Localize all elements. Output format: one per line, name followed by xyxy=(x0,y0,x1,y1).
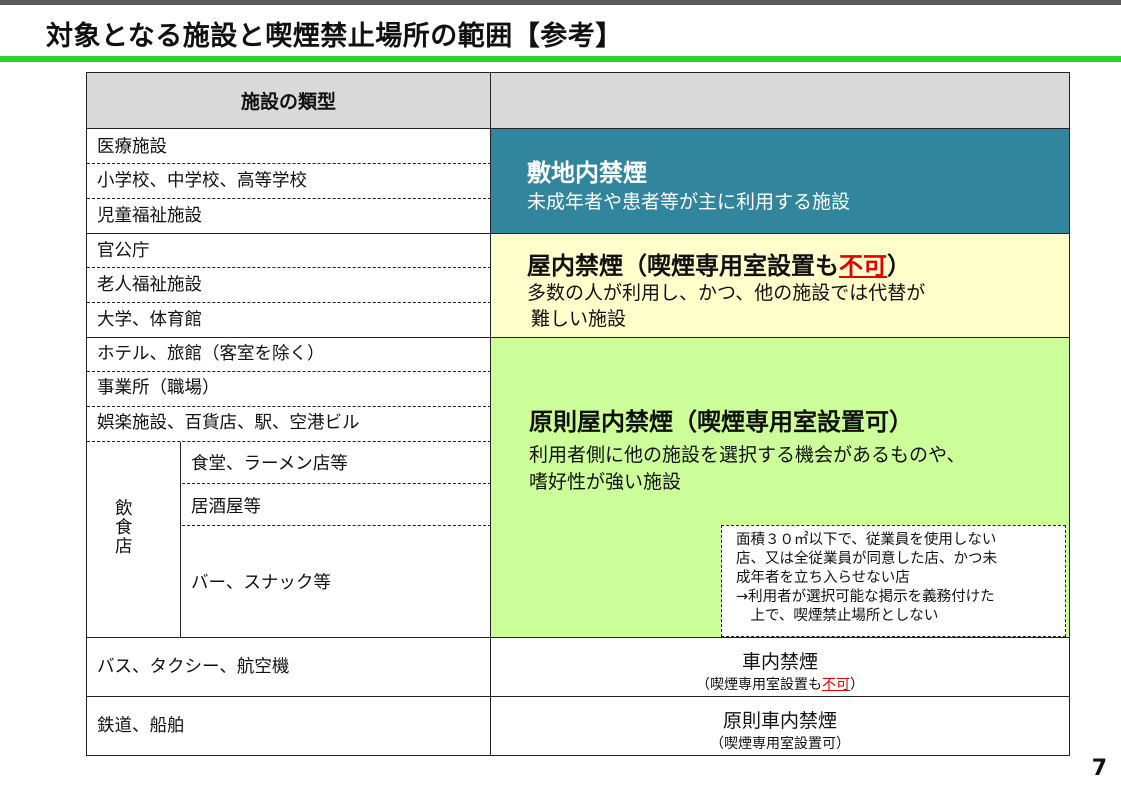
facility-item: 大学、体育館 xyxy=(97,310,202,330)
row-rail-rule-main: 原則車内禁煙 xyxy=(722,710,837,732)
zone-site-wide-ban-title: 敷地内禁煙 xyxy=(527,159,647,187)
row-divider xyxy=(182,525,491,526)
facility-item: 老人福祉施設 xyxy=(97,275,202,295)
facility-item: 事業所（職場） xyxy=(97,378,220,398)
row-divider xyxy=(87,163,491,164)
exemption-note-line: 成年者を立ち入らせない店 xyxy=(736,570,910,586)
page-number: 7 xyxy=(1091,756,1107,781)
facility-item: ホテル、旅館（客室を除く） xyxy=(97,344,325,364)
row-vehicles-rule-sub-emphasis: 不可 xyxy=(822,677,850,693)
row-rail-label: 鉄道、船舶 xyxy=(86,696,491,756)
exemption-note: 面積３０㎡以下で、従業員を使用しない 店、又は全従業員が同意した店、かつ未 成年… xyxy=(721,525,1066,637)
facility-item: 児童福祉施設 xyxy=(97,206,202,226)
row-vehicles-rule-main: 車内禁煙 xyxy=(741,651,818,673)
facility-item: 小学校、中学校、高等学校 xyxy=(97,171,307,191)
header-facility-type: 施設の類型 xyxy=(86,72,491,129)
zone-indoor-ban-in-principle-description-line: 利用者側に他の施設を選択する機会があるものや、 xyxy=(529,444,966,466)
row-divider xyxy=(182,483,491,484)
facility-item: 官公庁 xyxy=(97,241,150,261)
row-vehicles-rule-sub-prefix: （喫煙専用室設置も xyxy=(696,677,822,693)
zone-indoor-ban-title-prefix: 屋内禁煙（喫煙専用室設置も xyxy=(527,252,839,280)
header-facility-type-label: 施設の類型 xyxy=(240,91,336,113)
row-divider xyxy=(87,406,491,407)
title-underline xyxy=(0,56,1121,62)
row-vehicles-rule-sub-suffix: ） xyxy=(850,677,864,693)
row-divider xyxy=(87,302,491,303)
row-vehicles-rule-sub: （喫煙専用室設置も不可） xyxy=(491,674,1069,694)
exemption-note-line: 面積３０㎡以下で、従業員を使用しない xyxy=(736,532,997,548)
restaurant-item: 居酒屋等 xyxy=(191,497,261,517)
slide-title: 対象となる施設と喫煙禁止場所の範囲【参考】 xyxy=(46,21,623,52)
facility-item: 医療施設 xyxy=(97,137,167,157)
zone-indoor-ban-in-principle-description-line: 嗜好性が強い施設 xyxy=(529,471,682,493)
zone-site-wide-ban: 敷地内禁煙 未成年者や患者等が主に利用する施設 xyxy=(490,128,1070,234)
facility-group-2: 官公庁 老人福祉施設 大学、体育館 xyxy=(86,233,491,338)
row-rail-label-text: 鉄道、船舶 xyxy=(97,716,185,736)
row-vehicles-rule: 車内禁煙 （喫煙専用室設置も不可） xyxy=(490,637,1070,697)
facility-table: 施設の類型 医療施設 小学校、中学校、高等学校 児童福祉施設 官公庁 老人福祉施… xyxy=(86,72,1070,756)
zone-indoor-ban-description-line: 多数の人が利用し、かつ、他の施設では代替が xyxy=(527,282,926,304)
zone-indoor-ban-in-principle-title: 原則屋内禁煙（喫煙専用室設置可） xyxy=(529,408,913,436)
header-smoking-scope xyxy=(490,72,1070,129)
exemption-note-line: →利用者が選択可能な掲示を義務付けた xyxy=(736,589,995,605)
zone-indoor-ban-description-line: 難しい施設 xyxy=(531,308,627,330)
exemption-note-line: 店、又は全従業員が同意した店、かつ未 xyxy=(736,551,997,567)
top-rule xyxy=(0,0,1121,5)
restaurant-item: 食堂、ラーメン店等 xyxy=(191,454,348,474)
row-vehicles-label: バス、タクシー、航空機 xyxy=(86,637,491,697)
facility-item: 娯楽施設、百貨店、駅、空港ビル xyxy=(97,413,360,433)
restaurant-label-text: 飲食店 xyxy=(115,499,133,557)
row-rail-rule: 原則車内禁煙 （喫煙専用室設置可） xyxy=(490,696,1070,756)
zone-site-wide-ban-description: 未成年者や患者等が主に利用する施設 xyxy=(527,191,851,213)
row-divider xyxy=(87,267,491,268)
exemption-note-line: 上で、喫煙禁止場所としない xyxy=(736,608,939,624)
zone-indoor-ban-title: 屋内禁煙（喫煙専用室設置も不可） xyxy=(527,246,911,281)
row-divider xyxy=(87,371,491,372)
facility-group-1: 医療施設 小学校、中学校、高等学校 児童福祉施設 xyxy=(86,128,491,234)
restaurant-label: 飲食店 xyxy=(87,442,181,637)
row-rail-rule-sub: （喫煙専用室設置可） xyxy=(710,736,850,752)
zone-indoor-ban: 屋内禁煙（喫煙専用室設置も不可） 多数の人が利用し、かつ、他の施設では代替が 難… xyxy=(490,233,1070,338)
zone-indoor-ban-title-suffix: ） xyxy=(887,252,911,280)
facility-group-3: ホテル、旅館（客室を除く） 事業所（職場） 娯楽施設、百貨店、駅、空港ビル 飲食… xyxy=(86,337,491,638)
zone-indoor-ban-title-emphasis: 不可 xyxy=(839,252,887,280)
row-divider xyxy=(87,198,491,199)
restaurant-item: バー、スナック等 xyxy=(191,573,331,593)
row-vehicles-label-text: バス、タクシー、航空機 xyxy=(97,657,290,677)
